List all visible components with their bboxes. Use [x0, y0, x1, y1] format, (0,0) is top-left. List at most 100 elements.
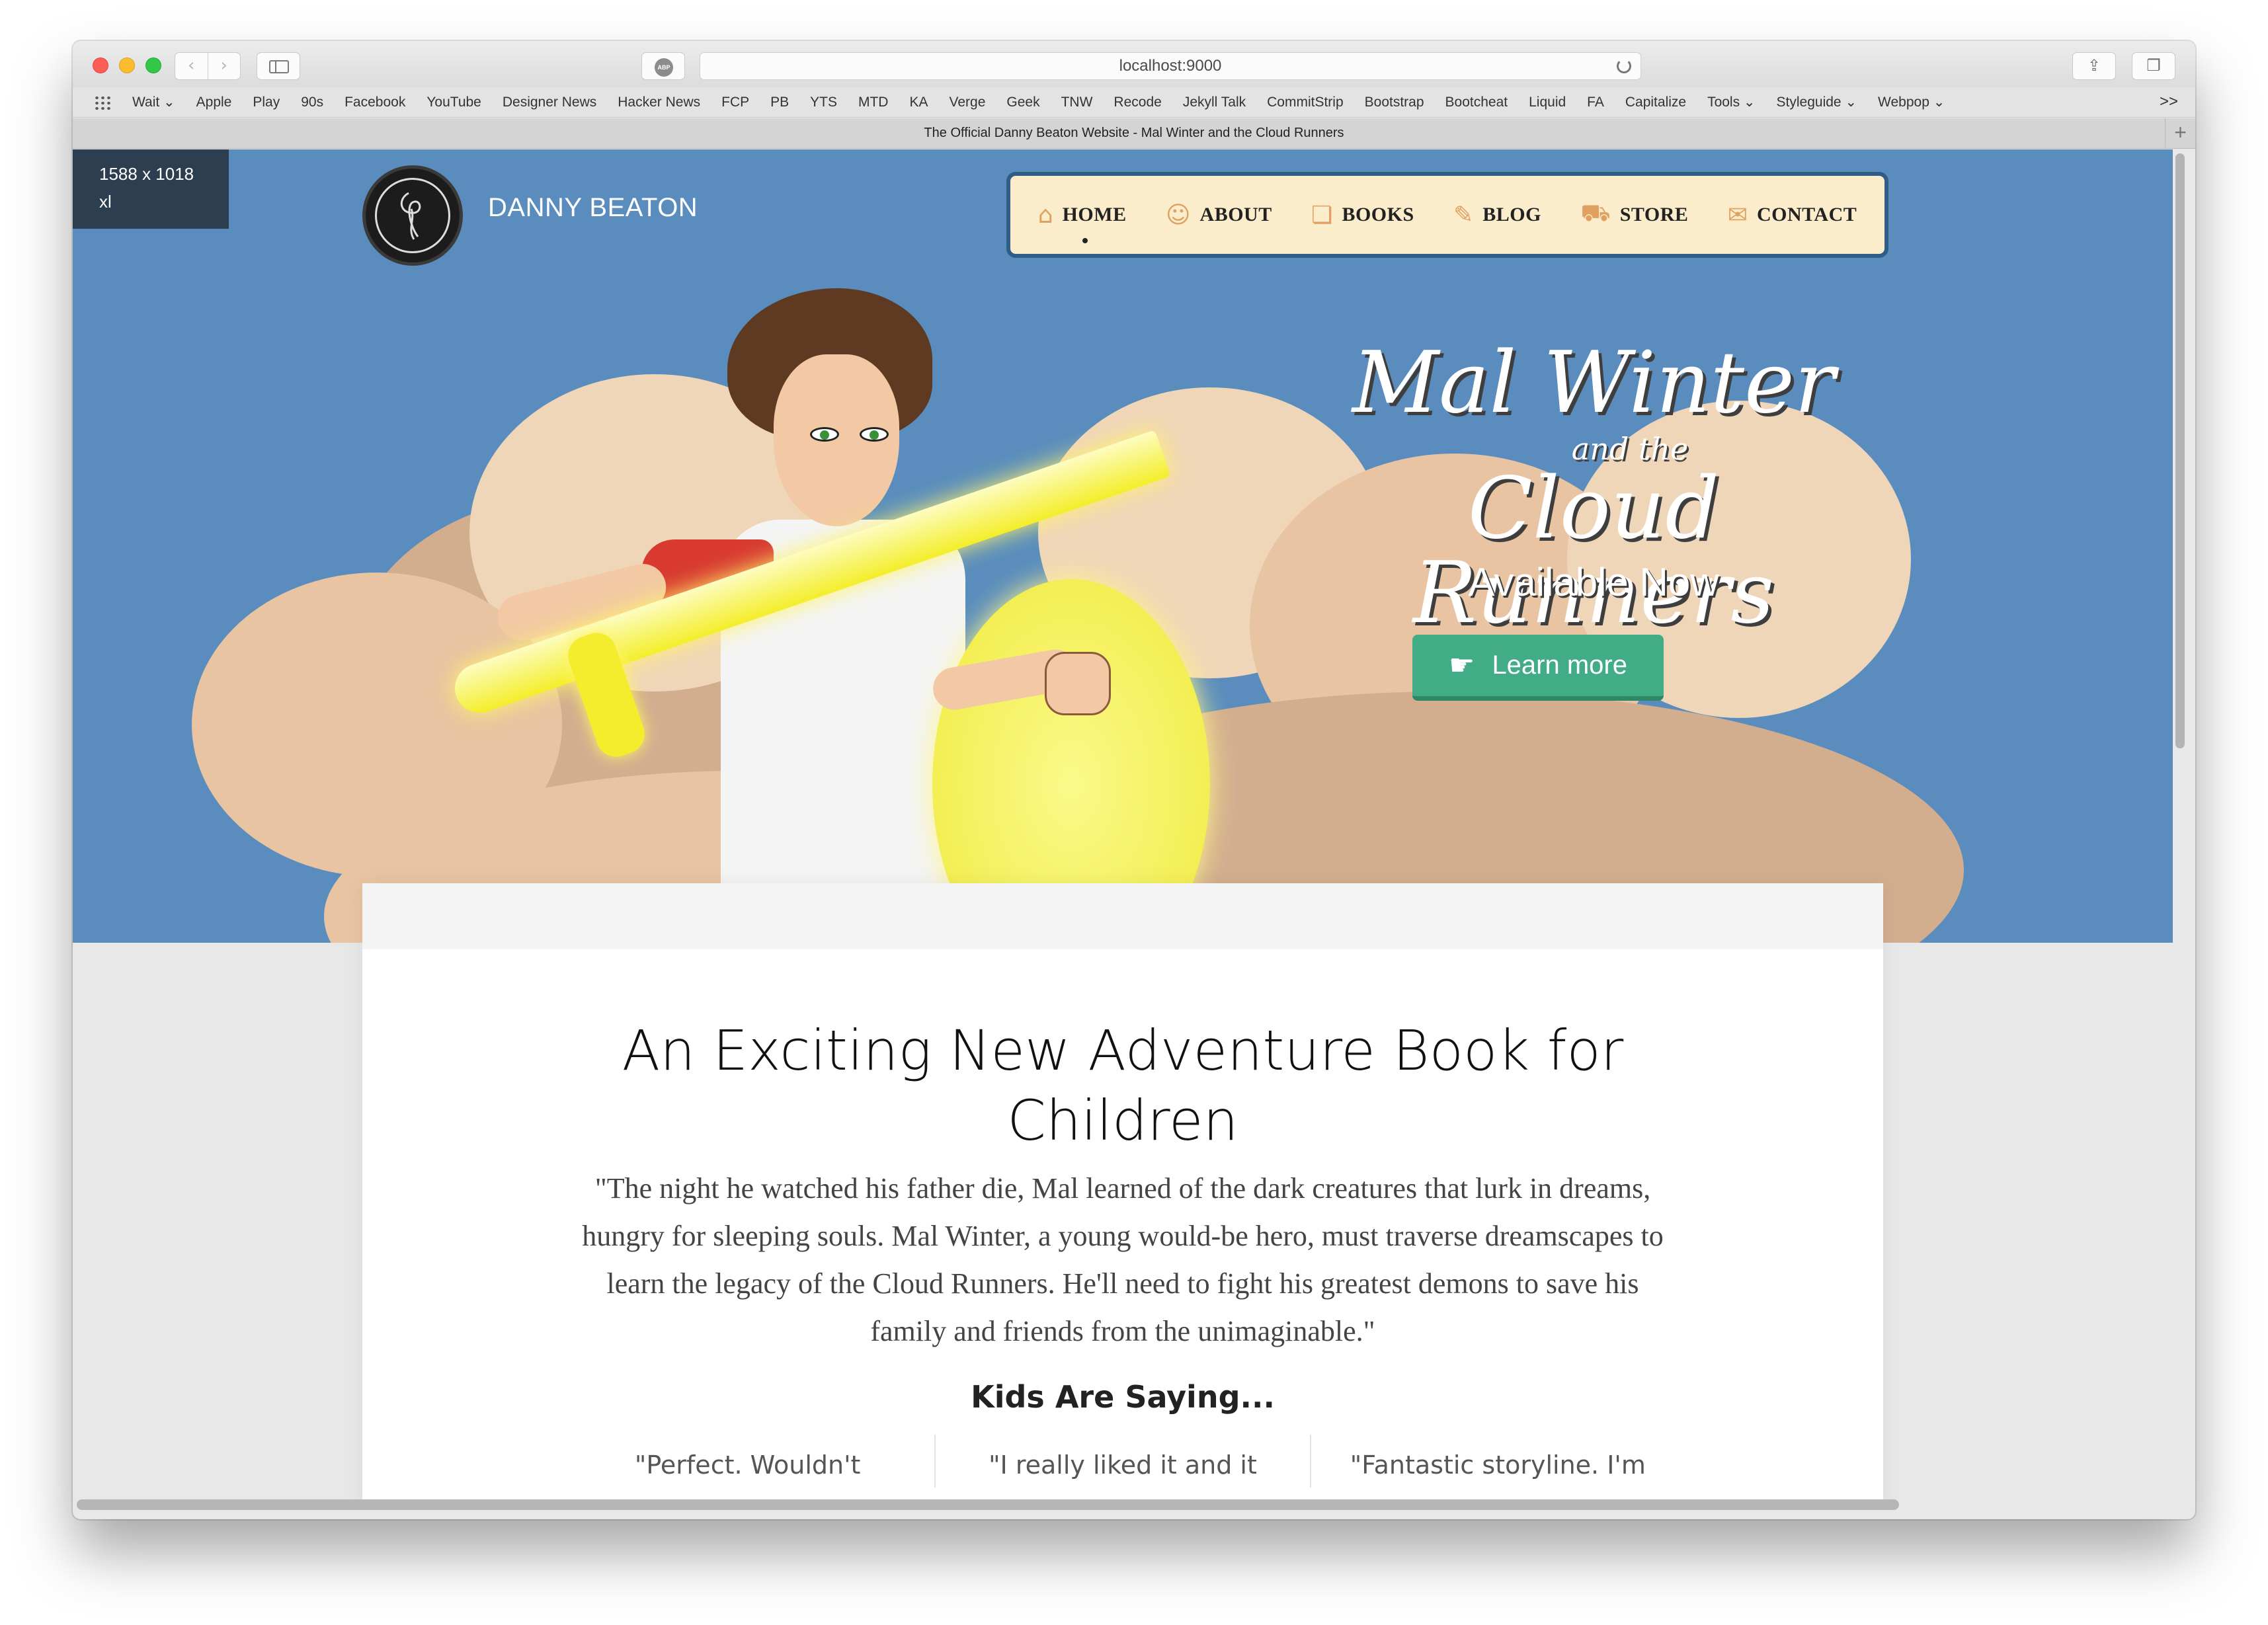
tab-title[interactable]: The Official Danny Beaton Website - Mal … — [924, 126, 1344, 140]
signature-logo-icon — [375, 178, 450, 253]
bookmark-item[interactable]: 90s — [301, 95, 323, 110]
brand-name[interactable]: DANNY BEATON — [488, 193, 698, 223]
nav-item-store[interactable]: ⛟ STORE — [1580, 200, 1688, 230]
chevron-left-icon[interactable]: ‹ — [175, 53, 208, 79]
quill-icon: ✎ — [1453, 201, 1474, 229]
apps-grid-icon[interactable] — [94, 95, 111, 110]
hero-illustration-eye — [860, 427, 889, 442]
hero-illustration-eye — [810, 427, 839, 442]
testimonial-item: "Fantastic storyline. I'm — [1350, 1450, 1646, 1480]
viewport-size-text: 1588 x 1018 — [99, 164, 194, 184]
site-logo[interactable] — [362, 165, 463, 266]
bookmark-item[interactable]: Apple — [196, 95, 232, 110]
bookmark-item[interactable]: Bootstrap — [1365, 95, 1424, 110]
bookmarks-overflow-button[interactable]: >> — [2160, 93, 2178, 111]
testimonial-item: "Perfect. Wouldn't — [634, 1450, 861, 1480]
nav-label: BLOG — [1482, 204, 1541, 225]
sidebar-icon — [269, 60, 289, 73]
envelope-icon: ✉ — [1727, 201, 1748, 229]
vertical-scrollbar[interactable] — [2175, 153, 2185, 748]
book-title-line: Cloud Runners — [1412, 459, 1775, 643]
bookmark-item[interactable]: Play — [253, 95, 280, 110]
nav-label: ABOUT — [1199, 204, 1272, 225]
bookmark-item[interactable]: Recode — [1114, 95, 1161, 110]
share-button[interactable]: ⇪ — [2072, 52, 2116, 80]
bookmark-item[interactable]: Designer News — [503, 95, 596, 110]
bookmarks-bar: Wait ⌄ Apple Play 90s Facebook YouTube D… — [73, 87, 2195, 118]
chevron-right-icon[interactable]: › — [208, 53, 241, 79]
book-blurb: "The night he watched his father die, Ma… — [582, 1172, 1664, 1347]
bookmark-item[interactable]: PB — [770, 95, 789, 110]
bookmark-item[interactable]: Verge — [950, 95, 986, 110]
bookmark-item[interactable]: CommitStrip — [1267, 95, 1344, 110]
nav-item-blog[interactable]: ✎ BLOG — [1453, 202, 1541, 229]
page-viewport: 1588 x 1018 xl DANNY BEATON ⌂ HOME ☺ ABO… — [73, 149, 2173, 1503]
bookmark-item[interactable]: Jekyll Talk — [1183, 95, 1246, 110]
close-window-button[interactable] — [93, 58, 108, 73]
nav-label: CONTACT — [1756, 204, 1857, 225]
share-icon: ⇪ — [2087, 56, 2101, 75]
bookmark-item[interactable]: Liquid — [1529, 95, 1566, 110]
book-title-line: Mal Winter — [1352, 334, 1836, 432]
adblock-icon: ABP — [655, 58, 673, 77]
bookmark-item[interactable]: FA — [1587, 95, 1604, 110]
url-text: localhost:9000 — [1119, 57, 1222, 75]
nav-item-home[interactable]: ⌂ HOME — [1037, 201, 1127, 243]
testimonials-row: "Perfect. Wouldn't "I really liked it an… — [561, 1435, 1685, 1487]
hero-subtitle: Available Now — [1468, 560, 1719, 604]
nav-label: BOOKS — [1342, 204, 1414, 225]
learn-more-button[interactable]: ☛ Learn more — [1412, 635, 1664, 701]
bookmark-item[interactable]: Geek — [1006, 95, 1039, 110]
cart-icon: ⛟ — [1580, 200, 1611, 227]
breakpoint-text: xl — [99, 192, 112, 212]
minimize-window-button[interactable] — [119, 58, 135, 73]
tabs-icon: ❐ — [2146, 56, 2161, 75]
reload-icon[interactable] — [1617, 59, 1631, 73]
main-navigation: ⌂ HOME ☺ ABOUT ❏ BOOKS ✎ BLOG ⛟ STORE ✉ … — [1006, 172, 1888, 258]
nav-item-books[interactable]: ❏ BOOKS — [1311, 202, 1414, 229]
bookmark-item[interactable]: Capitalize — [1625, 95, 1686, 110]
sidebar-toggle-button[interactable] — [257, 52, 300, 80]
bookmark-item[interactable]: YouTube — [426, 95, 481, 110]
thumbs-up-icon: ☛ — [1448, 649, 1475, 682]
hero-section: 1588 x 1018 xl DANNY BEATON ⌂ HOME ☺ ABO… — [73, 149, 2173, 943]
horizontal-scrollbar[interactable] — [77, 1499, 1899, 1510]
testimonials-heading: Kids Are Saying... — [971, 1379, 1275, 1415]
user-icon: ☺ — [1166, 201, 1191, 229]
browser-toolbar: ‹ › ABP localhost:9000 ⇪ ❐ — [73, 41, 2195, 87]
home-icon: ⌂ — [1037, 201, 1053, 229]
adblock-button[interactable]: ABP — [641, 52, 685, 80]
browser-window: ‹ › ABP localhost:9000 ⇪ ❐ Wait ⌄ Apple … — [73, 41, 2195, 1519]
bookmark-item[interactable]: FCP — [721, 95, 749, 110]
bookmark-folder[interactable]: Styleguide ⌄ — [1777, 94, 1857, 110]
bookmark-item[interactable]: Wait ⌄ — [132, 94, 175, 110]
bookmark-item[interactable]: KA — [909, 95, 928, 110]
tab-bar: The Official Danny Beaton Website - Mal … — [73, 118, 2195, 149]
bookmark-item[interactable]: MTD — [858, 95, 889, 110]
book-icon: ❏ — [1311, 201, 1333, 229]
card-header-strip — [362, 883, 1883, 949]
nav-label: HOME — [1062, 204, 1127, 225]
tab-overview-button[interactable]: ❐ — [2132, 52, 2175, 80]
viewport-size-badge: 1588 x 1018 xl — [73, 149, 229, 229]
address-bar[interactable]: localhost:9000 — [700, 52, 1641, 80]
bookmark-item[interactable]: Hacker News — [618, 95, 700, 110]
testimonial-item: "I really liked it and it — [989, 1450, 1257, 1480]
intro-card: An Exciting New Adventure Book for Child… — [362, 883, 1883, 1503]
learn-more-label: Learn more — [1492, 651, 1627, 680]
bookmark-folder[interactable]: Webpop ⌄ — [1878, 94, 1945, 110]
bookmark-folder[interactable]: Tools ⌄ — [1707, 94, 1755, 110]
signature-mark — [400, 192, 421, 240]
zoom-window-button[interactable] — [145, 58, 161, 73]
bookmark-item[interactable]: Facebook — [344, 95, 405, 110]
active-indicator — [1082, 237, 1088, 243]
page-heading: An Exciting New Adventure Book for Child… — [622, 1018, 1624, 1153]
bookmark-item[interactable]: YTS — [810, 95, 837, 110]
back-forward-buttons: ‹ › — [175, 52, 241, 80]
bookmark-item[interactable]: TNW — [1061, 95, 1093, 110]
nav-label: STORE — [1619, 204, 1689, 225]
nav-item-contact[interactable]: ✉ CONTACT — [1728, 202, 1857, 229]
bookmark-item[interactable]: Bootcheat — [1445, 95, 1508, 110]
nav-item-about[interactable]: ☺ ABOUT — [1166, 202, 1272, 229]
new-tab-button[interactable]: + — [2165, 118, 2195, 147]
